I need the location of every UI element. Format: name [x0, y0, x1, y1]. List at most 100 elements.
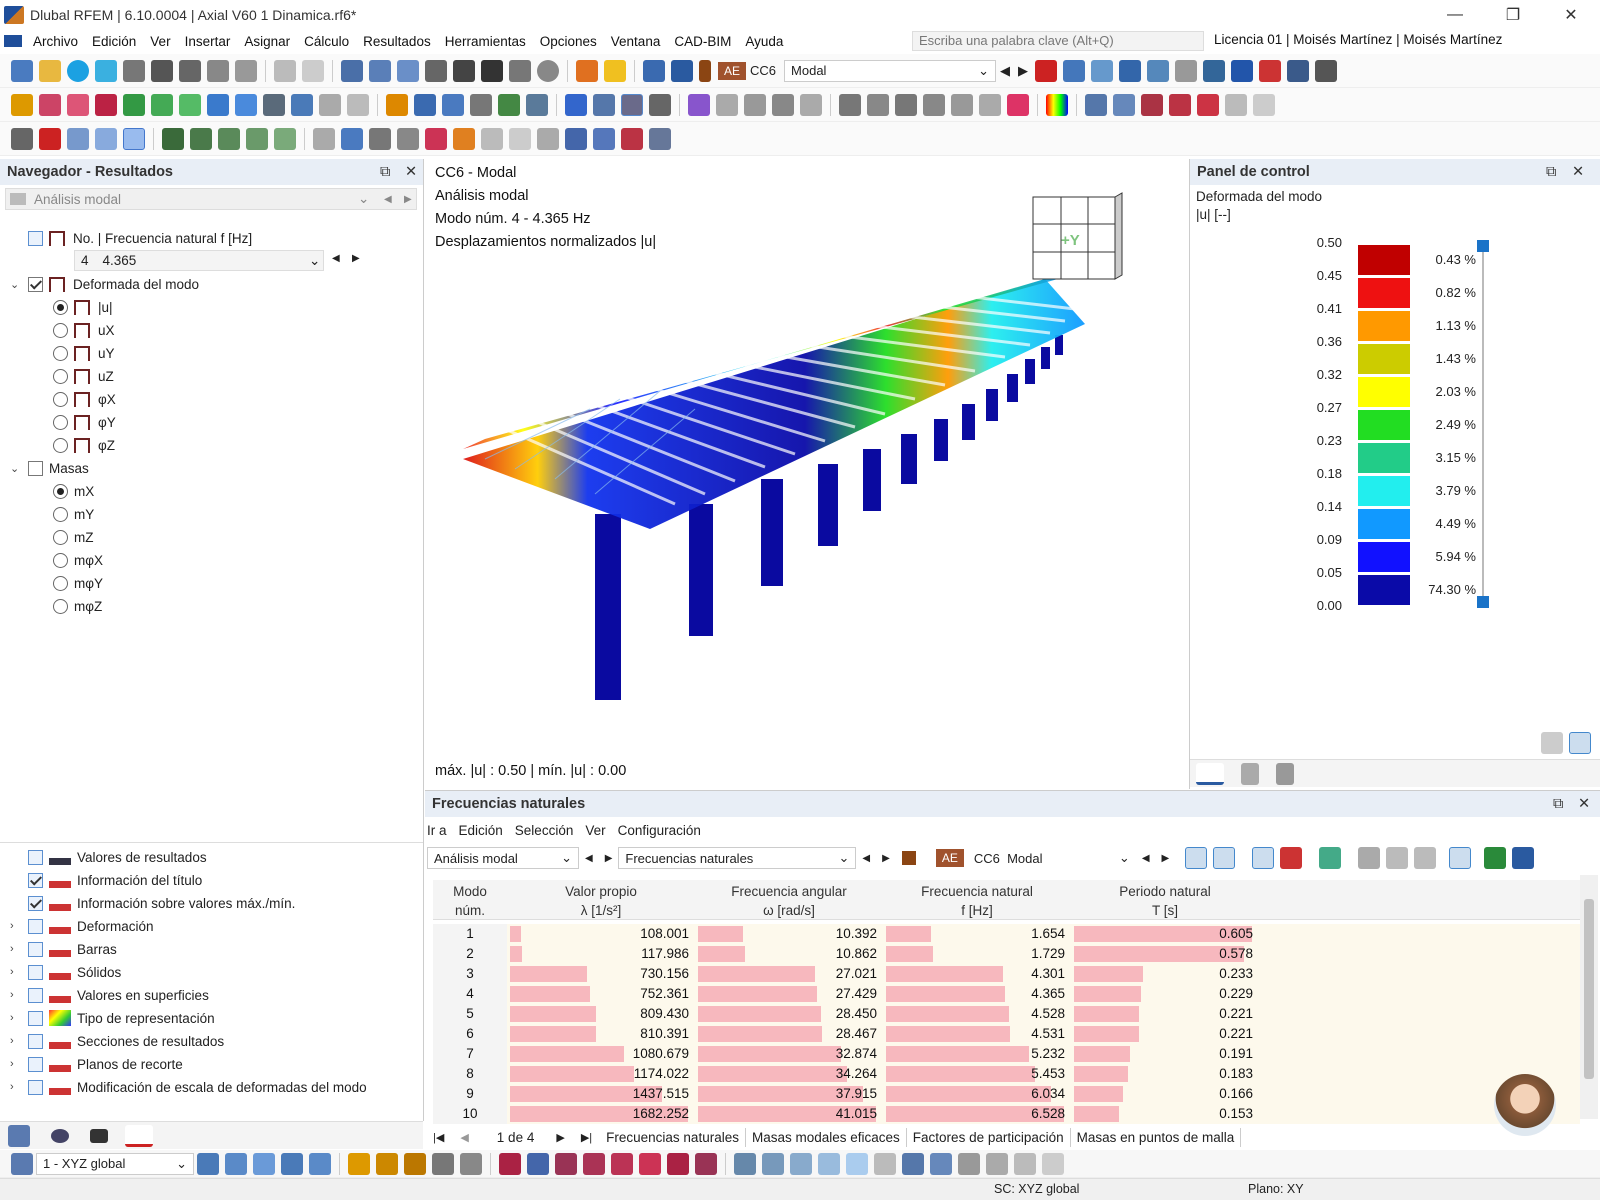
- table-menu-goto[interactable]: Ir a: [427, 823, 447, 838]
- eye-icon[interactable]: [1231, 59, 1254, 82]
- bars-icon[interactable]: [1449, 847, 1472, 869]
- setting-checkbox[interactable]: [28, 987, 43, 1003]
- menu-ventana[interactable]: Ventana: [604, 34, 668, 49]
- table-row[interactable]: 6 810.391 28.467 4.531 0.221: [433, 1024, 1580, 1044]
- arrow-icon[interactable]: [772, 93, 794, 116]
- align-1-icon[interactable]: [839, 93, 861, 116]
- frequency-row[interactable]: No. | Frecuencia natural f [Hz]: [28, 227, 252, 249]
- table-cell[interactable]: 1437.515: [507, 1084, 695, 1104]
- display-2-icon[interactable]: [1113, 93, 1135, 116]
- calc-icon[interactable]: [425, 59, 447, 82]
- setting-checkbox[interactable]: [28, 1010, 43, 1026]
- setting-checkbox[interactable]: [28, 1056, 43, 1072]
- table-menu-selection[interactable]: Selección: [515, 823, 574, 838]
- globe-icon[interactable]: [537, 59, 559, 82]
- table-row[interactable]: 8 1174.022 34.264 5.453 0.183: [433, 1064, 1580, 1084]
- table-view-icon[interactable]: [1203, 59, 1226, 82]
- load-case-select[interactable]: Modal ⌄: [784, 59, 997, 82]
- setting-checkbox[interactable]: [28, 895, 43, 911]
- snap-10-icon[interactable]: [460, 1152, 482, 1175]
- draw-5-icon[interactable]: [611, 1152, 633, 1175]
- mass-option-mz[interactable]: mZ: [53, 526, 94, 548]
- slash-icon[interactable]: [800, 93, 822, 116]
- grid-8-icon[interactable]: [930, 1152, 952, 1175]
- table-cell[interactable]: 4: [433, 984, 507, 1004]
- model-info-icon[interactable]: [123, 59, 145, 82]
- prev-mode-icon[interactable]: ◀: [332, 253, 340, 264]
- values-xxx-icon[interactable]: [1147, 59, 1170, 82]
- table-cell[interactable]: 810.391: [507, 1024, 695, 1044]
- results-nav-icon[interactable]: [125, 1124, 153, 1147]
- dlubal-center-icon[interactable]: [67, 59, 89, 82]
- menu-edicion[interactable]: Edición: [85, 34, 143, 49]
- radio-phiz[interactable]: [53, 437, 68, 453]
- deformed-option-ux[interactable]: uX: [53, 319, 115, 341]
- table-row[interactable]: 7 1080.679 32.874 5.232 0.191: [433, 1044, 1580, 1064]
- prev-arrow-icon[interactable]: ◀: [384, 194, 392, 205]
- columns-icon[interactable]: [1358, 847, 1381, 869]
- column-header[interactable]: Frecuencia angular ω [rad/s]: [695, 882, 883, 920]
- tab-participation-factors[interactable]: Factores de participación: [907, 1127, 1071, 1147]
- section-icon[interactable]: [397, 59, 419, 82]
- wizard-icon[interactable]: [498, 93, 520, 116]
- render-13-icon[interactable]: [649, 127, 671, 150]
- draw-4-icon[interactable]: [583, 1152, 605, 1175]
- column-header[interactable]: Valor propio λ [1/s²]: [507, 882, 695, 920]
- snap-4-icon[interactable]: [281, 1152, 303, 1175]
- radio-phix[interactable]: [53, 391, 68, 407]
- deformed-option-phiy[interactable]: φY: [53, 411, 116, 433]
- align-5-icon[interactable]: [951, 93, 973, 116]
- scrollbar-thumb[interactable]: [1584, 899, 1594, 1079]
- menu-ver[interactable]: Ver: [143, 34, 177, 49]
- snap-2-icon[interactable]: [225, 1152, 247, 1175]
- probe-icon[interactable]: [1007, 93, 1029, 116]
- member-support-icon[interactable]: [179, 93, 201, 116]
- render-2-icon[interactable]: [341, 127, 363, 150]
- deformed-option-u[interactable]: |u|: [53, 296, 113, 318]
- setting-row[interactable]: Valores de resultados: [10, 846, 207, 868]
- first-page-icon[interactable]: |◀: [433, 1131, 444, 1144]
- table-cell[interactable]: 809.430: [507, 1004, 695, 1024]
- deform-icon[interactable]: [1119, 59, 1142, 82]
- table-cell[interactable]: 1080.679: [507, 1044, 695, 1064]
- masses-row[interactable]: ⌄ Masas: [10, 457, 89, 479]
- setting-row[interactable]: › Barras: [10, 938, 117, 960]
- deformed-option-phiz[interactable]: φZ: [53, 434, 115, 456]
- solid-block-icon[interactable]: [291, 93, 313, 116]
- render-6-icon[interactable]: [453, 127, 475, 150]
- hierarchy-icon[interactable]: [1319, 847, 1342, 869]
- render-4-icon[interactable]: [397, 127, 419, 150]
- table-cell[interactable]: 108.001: [507, 924, 695, 944]
- display-1-icon[interactable]: [1085, 93, 1107, 116]
- setting-checkbox[interactable]: [28, 964, 43, 980]
- new-model-icon[interactable]: [11, 59, 33, 82]
- export-icon[interactable]: [1386, 847, 1409, 869]
- legend-slider-track[interactable]: [1482, 242, 1484, 598]
- axis-icon[interactable]: [593, 93, 615, 116]
- mode-shape-icon[interactable]: [688, 93, 710, 116]
- align-2-icon[interactable]: [867, 93, 889, 116]
- grid-icon[interactable]: [526, 93, 548, 116]
- expand-chevron-icon[interactable]: ›: [10, 1058, 22, 1070]
- radio-uy[interactable]: [53, 345, 68, 361]
- expand-chevron-icon[interactable]: ›: [10, 989, 22, 1001]
- last-page-icon[interactable]: ▶|: [581, 1131, 592, 1144]
- table-row[interactable]: 10 1682.252 41.015 6.528 0.153: [433, 1104, 1580, 1124]
- undo-icon[interactable]: [274, 59, 296, 82]
- setting-row[interactable]: › Valores en superficies: [10, 984, 209, 1006]
- eye-icon[interactable]: [51, 1128, 69, 1143]
- table-cell[interactable]: 0.191: [1071, 1044, 1259, 1064]
- cube-1-icon[interactable]: [67, 127, 89, 150]
- maxmin-icon[interactable]: [1259, 59, 1282, 82]
- display-7-icon[interactable]: [1253, 93, 1275, 116]
- radio-mx[interactable]: [53, 483, 68, 499]
- snap-1-icon[interactable]: [197, 1152, 219, 1175]
- draw-7-icon[interactable]: [667, 1152, 689, 1175]
- measure-icon[interactable]: [414, 93, 436, 116]
- table-cell[interactable]: 0.183: [1071, 1064, 1259, 1084]
- open-folder-icon[interactable]: [39, 59, 61, 82]
- radio-my[interactable]: [53, 506, 68, 522]
- close-panel-icon[interactable]: ✕: [1572, 164, 1584, 180]
- load-gen-icon[interactable]: [604, 59, 626, 82]
- color-scale-tab-icon[interactable]: [1196, 762, 1224, 785]
